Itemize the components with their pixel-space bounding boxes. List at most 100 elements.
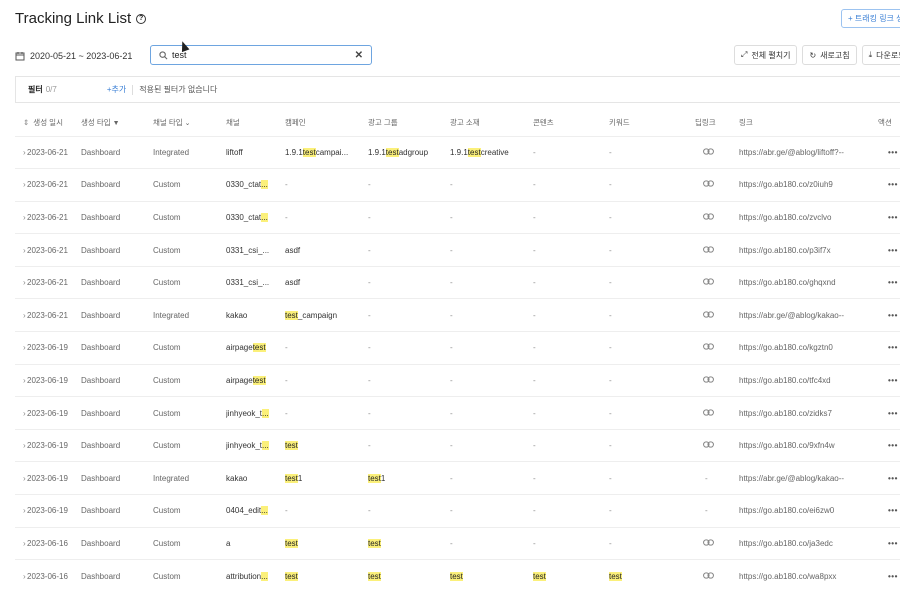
link-icon[interactable] (695, 572, 714, 581)
tracking-url[interactable]: https://go.ab180.co/ja3edc (739, 539, 833, 548)
chevron-right-icon[interactable]: › (15, 343, 27, 352)
column-header-channel-type[interactable]: 채널 타입 ⌄ (153, 110, 226, 136)
table-row[interactable]: ›2023-06-21 Dashboard Custom 0331_csi_... as… (15, 265, 900, 299)
tracking-url[interactable]: https://go.ab180.co/z0iuh9 (739, 180, 833, 189)
chevron-right-icon[interactable]: › (15, 474, 27, 483)
created-at-text: 2023-06-21 (27, 278, 68, 288)
chevron-right-icon[interactable]: › (15, 180, 27, 189)
chevron-right-icon[interactable]: › (15, 441, 27, 450)
column-header-created-at[interactable]: ⇕ 생성 일시 (15, 110, 81, 136)
tracking-url[interactable]: https://go.ab180.co/zidks7 (739, 409, 832, 418)
cell-ad-group: - (368, 168, 450, 202)
table-row[interactable]: ›2023-06-19 Dashboard Custom jinhyeok_t... -… (15, 396, 900, 430)
more-actions-icon[interactable]: ••• (878, 409, 898, 418)
table-row[interactable]: ›2023-06-16 Dashboard Custom a test test - - - ht… (15, 526, 900, 560)
expand-all-button[interactable]: ⤢ 전체 펼치기 (734, 45, 798, 65)
cell-channel-type: Integrated (153, 135, 226, 169)
link-icon[interactable] (695, 148, 714, 157)
column-header-creation-type[interactable]: 생성 타입 ▼ (81, 110, 153, 136)
filter-bar: 필터 0/7 +추가 적용된 필터가 없습니다 (15, 76, 900, 103)
tracking-url[interactable]: https://go.ab180.co/ei6zw0 (739, 506, 834, 515)
table-row[interactable]: ›2023-06-21 Dashboard Custom 0330_ctat... - -… (15, 200, 900, 234)
table-row[interactable]: ›2023-06-21 Dashboard Custom 0330_ctat... - -… (15, 168, 900, 202)
link-icon[interactable] (695, 408, 714, 418)
table-row[interactable]: ›2023-06-19 Dashboard Custom airpagetest - - -… (15, 363, 900, 397)
chevron-right-icon[interactable]: › (15, 246, 27, 255)
tracking-url[interactable]: https://go.ab180.co/ghqxnd (739, 278, 836, 287)
refresh-button[interactable]: ↻ 새로고침 (802, 45, 857, 65)
created-at-text: 2023-06-21 (27, 180, 68, 190)
tracking-url[interactable]: https://abr.ge/@ablog/kakao-- (739, 311, 844, 320)
table-row[interactable]: ›2023-06-16 Dashboard Custom attribution...… (15, 559, 900, 590)
table-row[interactable]: ›2023-06-19 Dashboard Custom 0404_edit... - -… (15, 494, 900, 528)
cell-campaign-text: asdf (285, 278, 301, 288)
cell-ad-group-text: - (368, 278, 371, 288)
more-actions-icon[interactable]: ••• (878, 180, 898, 189)
download-button[interactable]: ⤓ 다운로드 (861, 45, 900, 65)
link-icon[interactable] (695, 343, 714, 352)
tracking-url[interactable]: https://go.ab180.co/kgztn0 (739, 343, 833, 352)
more-actions-icon[interactable]: ••• (878, 213, 898, 222)
cell-channel-text: attribution (226, 571, 262, 581)
link-icon[interactable] (695, 311, 714, 320)
cell-campaign: - (285, 396, 368, 430)
cell-ad-creative: - (450, 233, 533, 267)
tracking-link-table: ⇕ 생성 일시 생성 타입 ▼ 채널 타입 ⌄ 채널 캠페인 광고 그룹 광고 소… (15, 110, 900, 590)
link-icon[interactable] (695, 180, 714, 189)
help-icon[interactable]: ? (136, 13, 147, 24)
link-icon[interactable] (695, 278, 714, 287)
chevron-right-icon[interactable]: › (15, 539, 27, 548)
tracking-url[interactable]: https://abr.ge/@ablog/kakao-- (739, 474, 844, 483)
more-actions-icon[interactable]: ••• (878, 246, 898, 255)
cell-campaign-text: campai... (315, 147, 349, 157)
date-range-picker[interactable]: 2020-05-21 ~ 2023-06-21 (15, 46, 132, 65)
more-actions-icon[interactable]: ••• (878, 148, 898, 157)
table-row[interactable]: ›2023-06-21 Dashboard Integrated kakao test_… (15, 298, 900, 332)
cell-channel: jinhyeok_t... (226, 396, 285, 430)
tracking-url[interactable]: https://go.ab180.co/wa8pxx (739, 572, 836, 581)
cell-keyword-text: - (609, 245, 612, 255)
table-row[interactable]: ›2023-06-19 Dashboard Custom jinhyeok_t... t… (15, 428, 900, 462)
tracking-url[interactable]: https://abr.ge/@ablog/liftoff?-- (739, 148, 844, 157)
cell-content-text: - (533, 278, 536, 288)
table-row[interactable]: ›2023-06-21 Dashboard Custom 0331_csi_... as… (15, 233, 900, 267)
chevron-right-icon[interactable]: › (15, 311, 27, 320)
search-input[interactable] (172, 50, 351, 60)
more-actions-icon[interactable]: ••• (878, 376, 898, 385)
cell-ad-creative: - (450, 396, 533, 430)
more-actions-icon[interactable]: ••• (878, 311, 898, 320)
create-tracking-link-button[interactable]: + 트래킹 링크 생 (841, 9, 900, 28)
tracking-url[interactable]: https://go.ab180.co/tfc4xd (739, 376, 831, 385)
chevron-right-icon[interactable]: › (15, 376, 27, 385)
chevron-right-icon[interactable]: › (15, 148, 27, 157)
cell-created-at: ›2023-06-21 (15, 233, 81, 267)
more-actions-icon[interactable]: ••• (878, 441, 898, 450)
tracking-url[interactable]: https://go.ab180.co/p3if7x (739, 246, 831, 255)
cell-keyword-text: - (609, 180, 612, 190)
cell-ad-creative: - (450, 428, 533, 462)
tracking-url[interactable]: https://go.ab180.co/zvclvo (739, 213, 832, 222)
chevron-right-icon[interactable]: › (15, 506, 27, 515)
more-actions-icon[interactable]: ••• (878, 539, 898, 548)
table-row[interactable]: ›2023-06-21 Dashboard Integrated liftoff 1.9… (15, 135, 900, 169)
more-actions-icon[interactable]: ••• (878, 474, 898, 483)
cell-ad-creative-text: - (450, 343, 453, 353)
link-icon[interactable] (695, 245, 714, 255)
more-actions-icon[interactable]: ••• (878, 506, 898, 515)
chevron-right-icon[interactable]: › (15, 409, 27, 418)
link-icon[interactable] (695, 539, 714, 548)
link-icon[interactable] (695, 441, 714, 450)
more-actions-icon[interactable]: ••• (878, 343, 898, 352)
chevron-right-icon[interactable]: › (15, 213, 27, 222)
clear-search-icon[interactable]: ✕ (355, 50, 363, 61)
chevron-right-icon[interactable]: › (15, 572, 27, 581)
more-actions-icon[interactable]: ••• (878, 278, 898, 287)
table-row[interactable]: ›2023-06-19 Dashboard Integrated kakao test1… (15, 461, 900, 495)
link-icon[interactable] (695, 213, 714, 222)
chevron-right-icon[interactable]: › (15, 278, 27, 287)
add-filter-button[interactable]: +추가 (107, 84, 126, 95)
link-icon[interactable] (695, 376, 714, 385)
more-actions-icon[interactable]: ••• (878, 572, 898, 581)
table-row[interactable]: ›2023-06-19 Dashboard Custom airpagetest - - -… (15, 331, 900, 365)
tracking-url[interactable]: https://go.ab180.co/9xfn4w (739, 441, 835, 450)
